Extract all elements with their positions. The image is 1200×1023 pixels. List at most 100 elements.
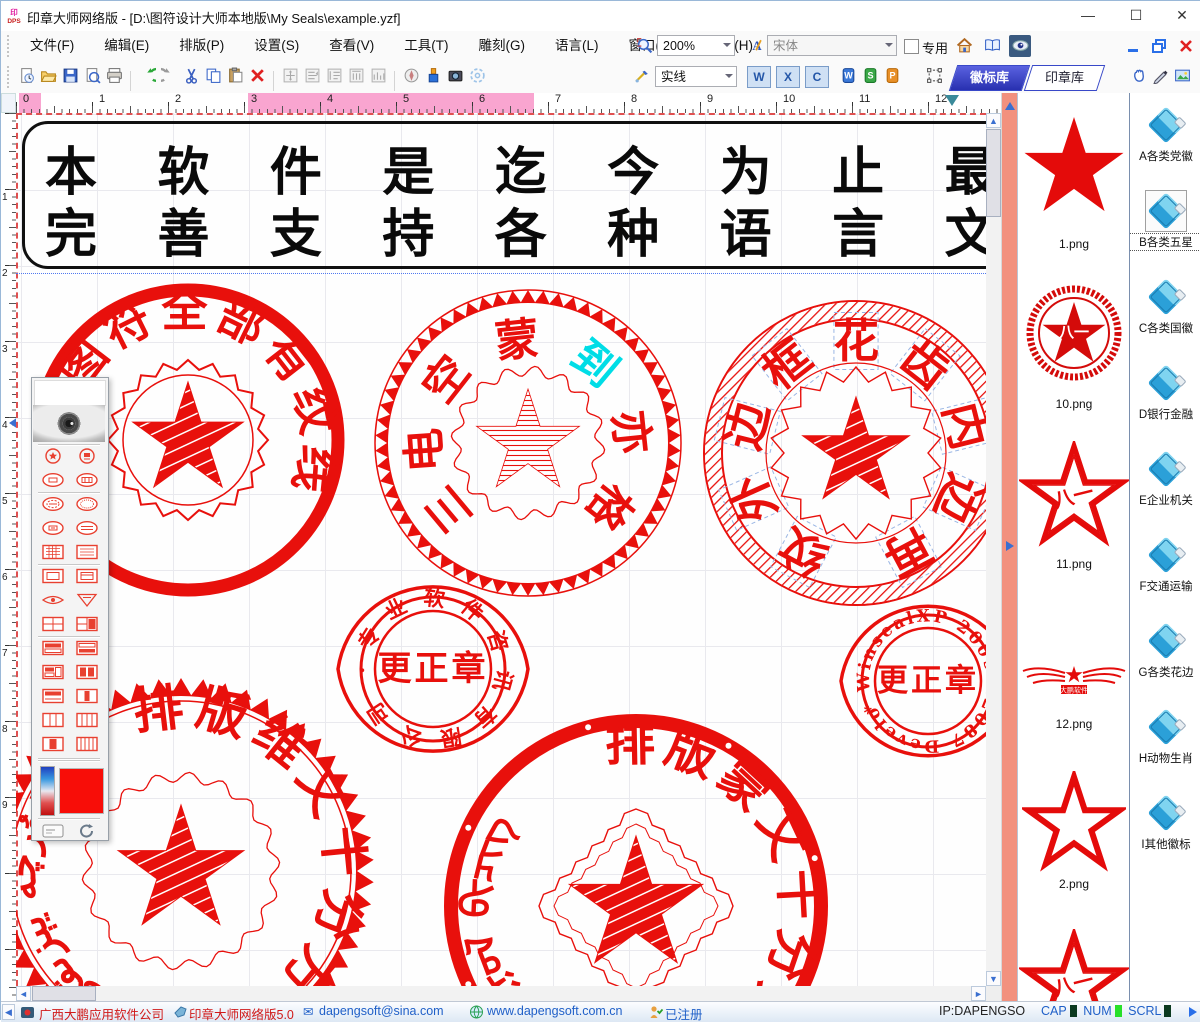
menu-item-5[interactable]: 工具(T) xyxy=(389,31,463,61)
al2-icon[interactable] xyxy=(301,65,323,87)
eye-preview-icon[interactable] xyxy=(1009,35,1031,57)
scroll-right-button[interactable]: ► xyxy=(971,986,986,1001)
palette-icon-oval-bars[interactable] xyxy=(74,472,100,490)
palette-icon-rows-2[interactable] xyxy=(40,640,66,658)
palette-icon-cols-2[interactable] xyxy=(74,664,100,682)
ruler-marker[interactable] xyxy=(945,95,959,113)
thumbnail-11.png[interactable]: 八一 xyxy=(1018,441,1130,554)
toolbar-grip[interactable] xyxy=(7,35,12,57)
palette-icon-strip-3b[interactable] xyxy=(40,736,66,754)
status-email[interactable]: dapengsoft@sina.com xyxy=(319,1004,444,1018)
preview-icon[interactable] xyxy=(81,65,103,87)
design-canvas[interactable]: 本 软 件 是 迄 今 为 止 最 为 专 业 的 印 章 设 完 善 支 持 … xyxy=(16,113,986,986)
special-checkbox[interactable] xyxy=(904,39,919,54)
window-minimize-button[interactable]: — xyxy=(1073,5,1103,25)
current-color-swatch[interactable] xyxy=(59,768,104,814)
torch-icon[interactable] xyxy=(422,65,444,87)
vscroll-thumb[interactable] xyxy=(986,129,1001,217)
menu-item-2[interactable]: 排版(P) xyxy=(164,31,239,61)
color-gradient-strip[interactable] xyxy=(40,766,55,816)
delete-icon[interactable] xyxy=(246,65,268,87)
zoom-level-select[interactable]: 200% xyxy=(657,35,735,56)
sdoc-icon[interactable]: S xyxy=(859,65,881,87)
palette-icon-grid-side[interactable] xyxy=(74,616,100,634)
scroll-up-button[interactable]: ▲ xyxy=(986,113,1001,128)
seal-mongol[interactable]: 排版蒙文十分方便ᠮᠣᠩᠭᠤᠯ ᠪᠢᠴᠢᠭ xyxy=(451,713,830,986)
palette-icon-strip-5[interactable] xyxy=(74,736,100,754)
vertical-ruler[interactable]: 123456789 xyxy=(1,113,17,1001)
palette-icon-oval-gear[interactable] xyxy=(40,496,66,514)
compass-icon[interactable] xyxy=(400,65,422,87)
mdi-restore-button[interactable] xyxy=(1151,39,1169,53)
home-icon[interactable] xyxy=(953,35,975,57)
palette-icon-cells-3[interactable] xyxy=(40,664,66,682)
palette-icon-grid-dense[interactable] xyxy=(40,544,66,562)
mdi-minimize-button[interactable] xyxy=(1125,39,1143,53)
font-select[interactable]: 宋体 xyxy=(767,35,897,56)
palette-icon-strip-3[interactable] xyxy=(40,712,66,730)
status-website[interactable]: www.dapengsoft.com.cn xyxy=(487,1004,623,1018)
palette-icon-triangle-down[interactable] xyxy=(74,592,100,610)
thumbnail-2.png[interactable] xyxy=(1018,771,1130,878)
scroll-left-button[interactable]: ◄ xyxy=(16,986,31,1001)
thumbnail-1.png[interactable] xyxy=(1018,115,1130,222)
new-icon[interactable] xyxy=(15,65,37,87)
img-icon[interactable] xyxy=(1171,65,1193,87)
office-button-w[interactable]: W xyxy=(747,66,771,88)
scroll-down-button[interactable]: ▼ xyxy=(986,971,1001,986)
palette-icon-circle-badge[interactable] xyxy=(74,448,100,466)
open-icon[interactable] xyxy=(37,65,59,87)
pdoc-icon[interactable]: P xyxy=(881,65,903,87)
palette-icon-grid-flat[interactable] xyxy=(74,544,100,562)
palette-icon-rows-2b[interactable] xyxy=(40,688,66,706)
category-B各类五星[interactable]: B各类五星 xyxy=(1130,191,1200,273)
crop-select-icon[interactable] xyxy=(923,65,945,87)
properties-card-button[interactable] xyxy=(40,823,66,842)
palette-icon-oval-line[interactable] xyxy=(40,520,66,538)
category-E企业机关[interactable]: E企业机关 xyxy=(1130,449,1200,531)
status-right-arrow[interactable] xyxy=(1189,1007,1200,1017)
cut-icon[interactable] xyxy=(180,65,202,87)
panel-splitter[interactable] xyxy=(1001,93,1018,1001)
seal-border-flower[interactable]: 纹外边框花齿内边再 xyxy=(704,301,986,605)
category-G各类花边[interactable]: G各类花边 xyxy=(1130,621,1200,703)
office-button-x[interactable]: X xyxy=(776,66,800,88)
pen2-icon[interactable] xyxy=(1149,65,1171,87)
redo-icon[interactable] xyxy=(158,65,180,87)
font-icon[interactable]: A xyxy=(743,35,765,57)
window-maximize-button[interactable]: ☐ xyxy=(1121,5,1151,25)
category-F交通运输[interactable]: F交通运输 xyxy=(1130,535,1200,617)
seal-multilang[interactable]: 蒙到亦格三电空 xyxy=(375,290,681,596)
category-C各类国徽[interactable]: C各类国徽 xyxy=(1130,277,1200,359)
palette-icon-frame-inset[interactable] xyxy=(40,568,66,586)
thumbnail-10.png[interactable]: 八一 xyxy=(1018,285,1130,384)
palette-icon-diamond-eye[interactable] xyxy=(40,592,66,610)
menu-item-3[interactable]: 设置(S) xyxy=(239,31,314,61)
menu-item-1[interactable]: 编辑(E) xyxy=(89,31,164,61)
hscroll-thumb[interactable] xyxy=(32,986,96,1001)
undo-icon[interactable] xyxy=(136,65,158,87)
line-style-select[interactable]: 实线 xyxy=(655,66,737,87)
line-style-icon[interactable] xyxy=(631,65,653,87)
category-D银行金融[interactable]: D银行金融 xyxy=(1130,363,1200,445)
toolbar-grip2[interactable] xyxy=(7,66,12,88)
menu-item-4[interactable]: 查看(V) xyxy=(314,31,389,61)
category-I其他徽标[interactable]: I其他徽标 xyxy=(1130,793,1200,875)
seal-template-palette[interactable] xyxy=(31,377,109,841)
palette-icon-frame-split[interactable] xyxy=(74,568,100,586)
paste-icon[interactable] xyxy=(224,65,246,87)
vruler-marker[interactable] xyxy=(3,417,17,429)
palette-icon-oval-bar[interactable] xyxy=(40,472,66,490)
book-icon[interactable] xyxy=(981,35,1003,57)
menu-item-7[interactable]: 语言(L) xyxy=(540,31,614,61)
wdoc-icon[interactable]: W xyxy=(837,65,859,87)
zoom-fit-icon[interactable] xyxy=(633,35,655,57)
palette-icon-oval-lines[interactable] xyxy=(74,520,100,538)
menu-item-0[interactable]: 文件(F) xyxy=(15,31,89,61)
palette-icon-grid-2x2[interactable] xyxy=(40,616,66,634)
thumbnail-partial[interactable]: 八一 xyxy=(1018,929,1130,1001)
camera-icon[interactable] xyxy=(444,65,466,87)
category-H动物生肖[interactable]: H动物生肖 xyxy=(1130,707,1200,789)
palette-icon-row-top[interactable] xyxy=(74,640,100,658)
thumbnail-12.png[interactable]: 大鹏软件 xyxy=(1018,653,1130,712)
